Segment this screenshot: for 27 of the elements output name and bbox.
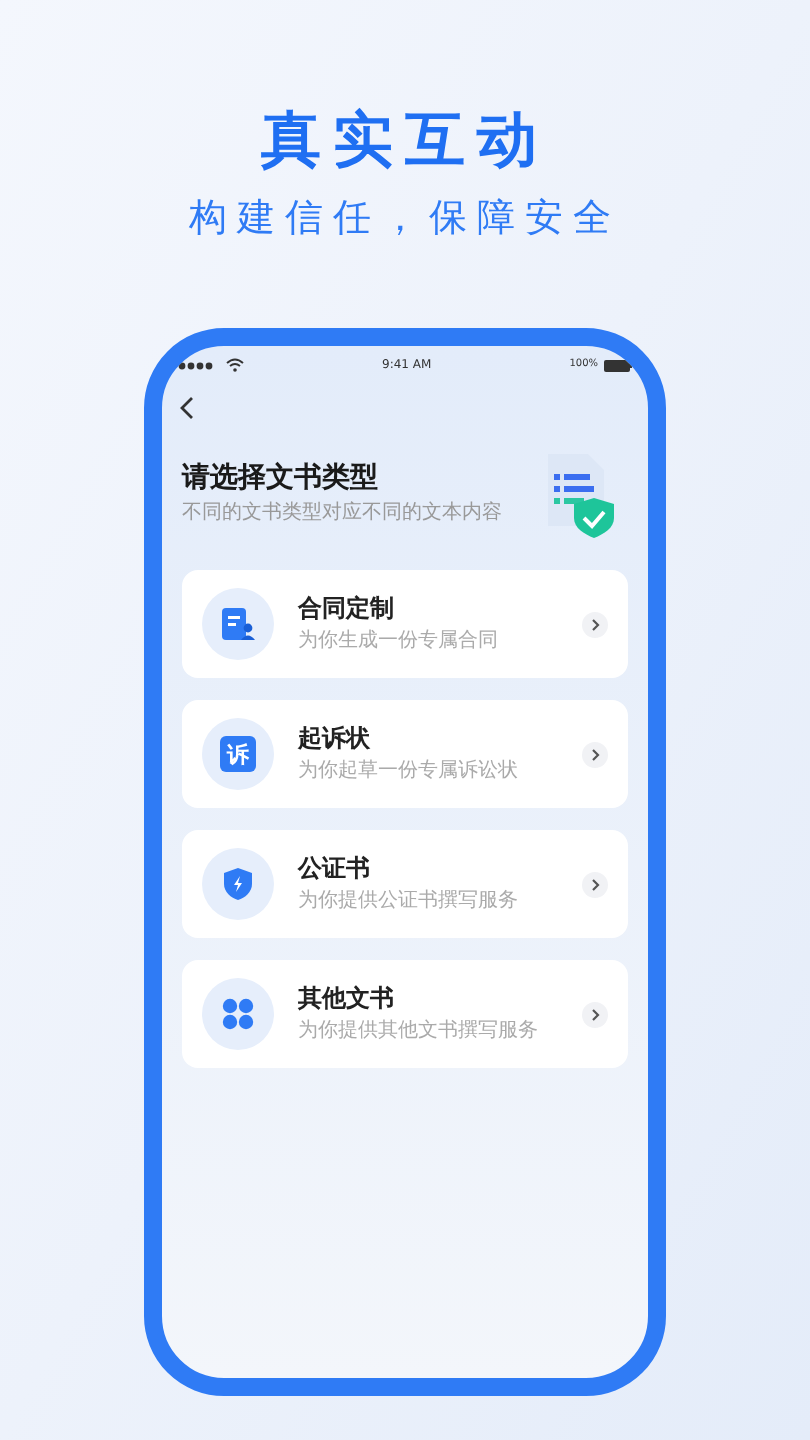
tagline: 构建信任，保障安全 [189, 200, 621, 238]
document-glyph-icon: 诉 [220, 736, 256, 772]
card-title: 其他文书 [298, 986, 396, 1010]
shield-icon [222, 866, 254, 902]
battery-icon [604, 359, 632, 371]
card-title: 合同定制 [298, 596, 396, 620]
document-type-card[interactable]: 诉 起诉状 为你起草一份专属诉讼状 [182, 700, 628, 808]
chevron-icon [582, 871, 608, 897]
headline: 真实互动 [261, 112, 549, 172]
document-type-card[interactable]: 合同定制 为你生成一份专属合同 [182, 570, 628, 678]
document-person-icon [220, 606, 256, 642]
chevron-icon [582, 1001, 608, 1027]
page-subtitle: 不同的文书类型对应不同的文本内容 [182, 504, 502, 524]
document-type-card[interactable]: 公证书 为你提供公证书撰写服务 [182, 830, 628, 938]
four-petal-icon [222, 998, 254, 1030]
card-subtitle: 为你提供其他文书撰写服务 [298, 1022, 540, 1042]
card-subtitle: 为你起草一份专属诉讼状 [298, 762, 520, 782]
page-title: 请选择文书类型 [182, 464, 380, 492]
chevron-icon [582, 741, 608, 767]
document-type-card[interactable]: 其他文书 为你提供其他文书撰写服务 [182, 960, 628, 1068]
wifi-icon [226, 358, 244, 372]
card-title: 公证书 [298, 856, 372, 880]
signal-icon [178, 361, 214, 369]
card-subtitle: 为你提供公证书撰写服务 [298, 892, 520, 912]
card-title: 起诉状 [298, 726, 372, 750]
chevron-icon [582, 611, 608, 637]
card-subtitle: 为你生成一份专属合同 [298, 632, 500, 652]
